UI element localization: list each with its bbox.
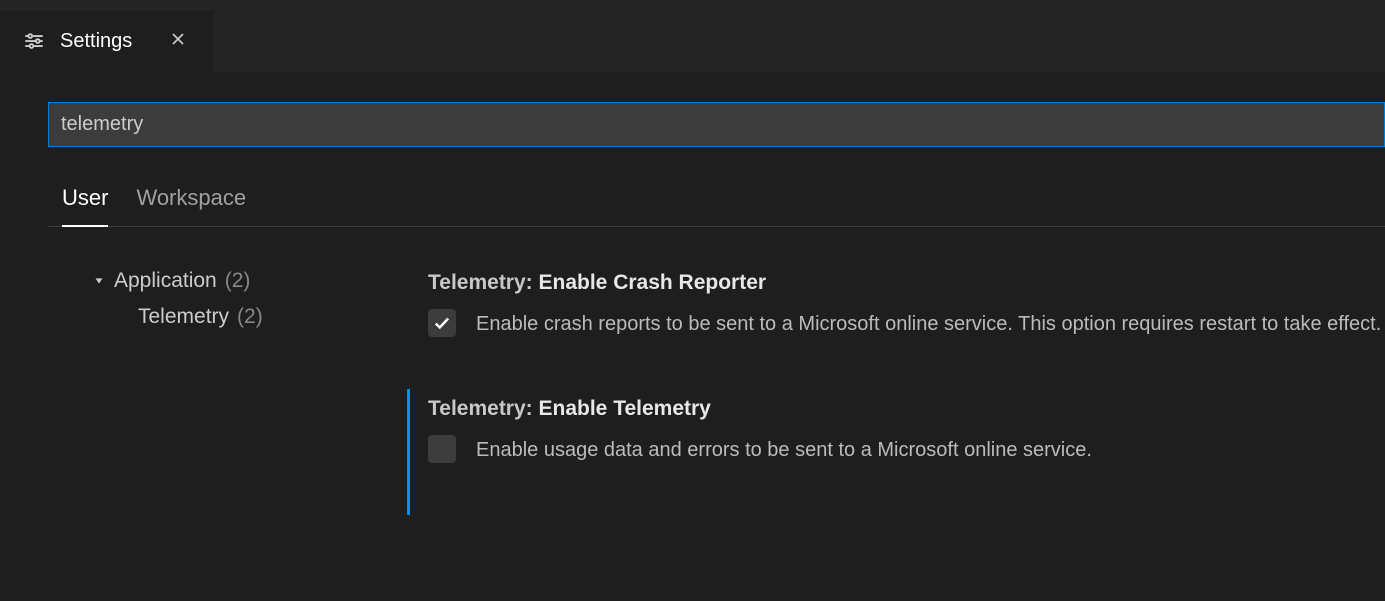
chevron-down-icon <box>92 274 106 288</box>
setting-description: Enable crash reports to be sent to a Mic… <box>476 307 1381 341</box>
title-bar <box>0 0 1385 10</box>
editor-tab-bar: Settings <box>0 10 1385 72</box>
setting-prefix: Telemetry: <box>428 271 539 294</box>
tree-item-count: (2) <box>237 305 263 329</box>
settings-list: Telemetry: Enable Crash Reporter Enable … <box>428 263 1385 515</box>
settings-editor: User Workspace Application (2) Telemetry… <box>0 72 1385 515</box>
scope-tabs: User Workspace <box>48 185 1385 227</box>
setting-title: Telemetry: Enable Telemetry <box>428 397 1385 421</box>
tree-item-telemetry[interactable]: Telemetry (2) <box>92 299 428 335</box>
setting-prefix: Telemetry: <box>428 397 539 420</box>
tree-item-label: Telemetry <box>138 305 229 329</box>
tab-workspace[interactable]: Workspace <box>136 185 246 226</box>
search-input[interactable] <box>48 102 1385 147</box>
settings-icon <box>24 31 44 51</box>
close-icon[interactable] <box>166 30 190 53</box>
tab-settings[interactable]: Settings <box>0 10 214 72</box>
settings-tree: Application (2) Telemetry (2) <box>48 263 428 515</box>
tree-item-application[interactable]: Application (2) <box>92 263 428 299</box>
checkbox-enable-telemetry[interactable] <box>428 435 456 463</box>
tab-user[interactable]: User <box>62 185 108 227</box>
tree-item-count: (2) <box>225 269 251 293</box>
checkbox-enable-crash-reporter[interactable] <box>428 309 456 337</box>
tree-item-label: Application <box>114 269 217 293</box>
setting-description: Enable usage data and errors to be sent … <box>476 433 1092 467</box>
setting-enable-telemetry: Telemetry: Enable Telemetry Enable usage… <box>407 389 1385 515</box>
setting-name: Enable Telemetry <box>539 397 711 420</box>
tab-label: Settings <box>60 30 132 53</box>
setting-title: Telemetry: Enable Crash Reporter <box>428 271 1385 295</box>
setting-name: Enable Crash Reporter <box>539 271 767 294</box>
setting-enable-crash-reporter: Telemetry: Enable Crash Reporter Enable … <box>428 263 1385 389</box>
